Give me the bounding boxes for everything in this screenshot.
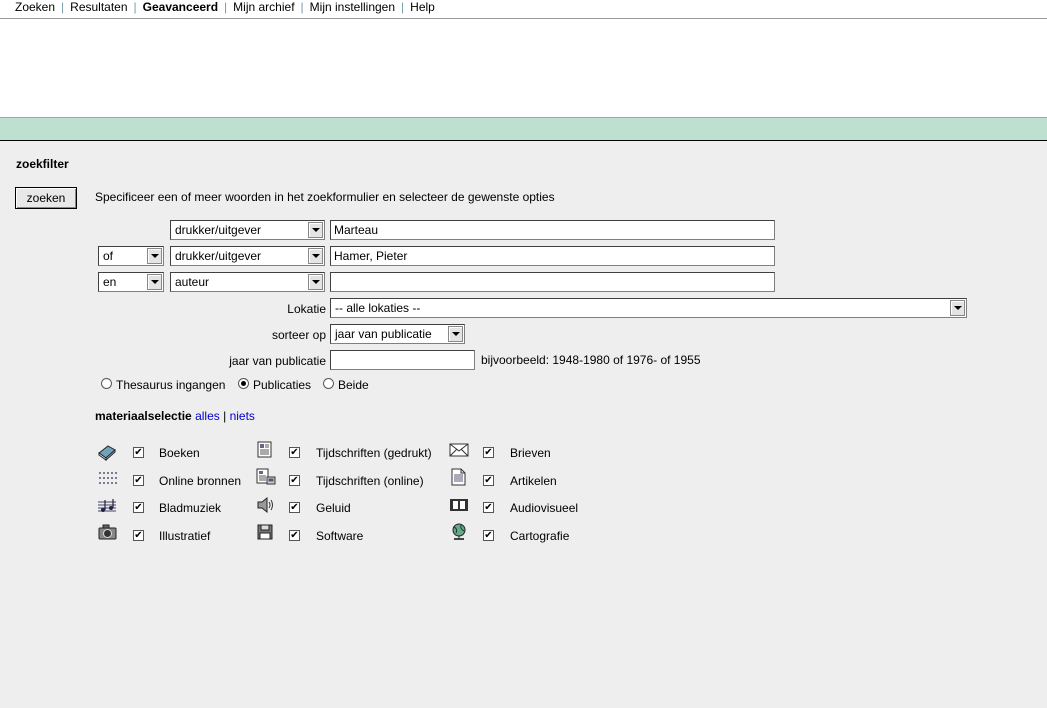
journal-print-icon (257, 441, 272, 458)
dropdown-arrow-icon (448, 326, 463, 342)
material-label-illustratief: Illustratief (159, 529, 211, 543)
material-label-online-bronnen: Online bronnen (159, 474, 242, 488)
field-select-1-value: drukker/uitgever (175, 223, 262, 237)
article-icon (451, 468, 466, 486)
book-icon (98, 445, 116, 461)
globe-icon (452, 523, 466, 540)
radio-thesaurus-label: Thesaurus ingangen (116, 378, 226, 392)
field-select-2[interactable]: drukker/uitgever (170, 246, 325, 266)
checkbox-artikelen[interactable]: ✔ (483, 475, 494, 486)
select-none-link[interactable]: niets (230, 409, 255, 423)
location-select[interactable]: -- alle lokaties -- (330, 298, 967, 318)
material-selection-header: materiaalselectie alles | niets (95, 409, 255, 423)
operator-select-3[interactable]: en (98, 272, 164, 292)
field-select-3-value: auteur (175, 275, 210, 289)
material-label-geluid: Geluid (316, 501, 351, 515)
top-navigation: Zoeken | Resultaten | Geavanceerd | Mijn archi… (0, 0, 1047, 19)
nav-geavanceerd[interactable]: Geavanceerd (143, 0, 218, 14)
header-bar (0, 117, 1047, 141)
film-icon (450, 499, 468, 511)
header-banner (0, 19, 1047, 118)
checkbox-cartografie[interactable]: ✔ (483, 530, 494, 541)
filter-heading: zoekfilter (16, 157, 69, 171)
operator-select-2-value: of (103, 249, 114, 263)
dropdown-arrow-icon (308, 248, 323, 264)
checkbox-bladmuziek[interactable]: ✔ (133, 502, 144, 513)
nav-separator: | (224, 0, 228, 14)
search-instruction: Specificeer een of meer woorden in het z… (95, 190, 555, 204)
nav-zoeken[interactable]: Zoeken (15, 0, 55, 14)
nav-resultaten[interactable]: Resultaten (70, 0, 127, 14)
nav-separator: | (133, 0, 137, 14)
checkbox-online-bronnen[interactable]: ✔ (133, 475, 144, 486)
material-label-boeken: Boeken (159, 446, 200, 460)
material-label-artikelen: Artikelen (510, 474, 557, 488)
material-selection-heading: materiaalselectie (95, 409, 192, 423)
radio-publicaties-label: Publicaties (253, 378, 312, 392)
journal-online-icon (256, 468, 276, 485)
sort-select[interactable]: jaar van publicatie (330, 324, 465, 344)
select-all-link[interactable]: alles (195, 409, 220, 423)
letter-icon (449, 443, 469, 457)
sort-label: sorteer op (271, 328, 326, 342)
nav-separator: | (401, 0, 405, 14)
material-label-audiovisueel: Audiovisueel (510, 501, 579, 515)
operator-select-3-value: en (103, 275, 117, 289)
floppy-disk-icon (257, 524, 273, 540)
material-label-tijdschriften-gedrukt: Tijdschriften (gedrukt) (316, 446, 432, 460)
search-term-input-1[interactable]: Marteau (330, 220, 775, 240)
nav-mijn-archief[interactable]: Mijn archief (233, 0, 294, 14)
search-term-input-3[interactable] (330, 272, 775, 292)
nav-mijn-instellingen[interactable]: Mijn instellingen (310, 0, 395, 14)
material-label-brieven: Brieven (510, 446, 551, 460)
radio-beide[interactable] (323, 378, 334, 389)
link-separator: | (223, 409, 227, 423)
sheet-music-icon (98, 499, 116, 512)
year-input[interactable] (330, 350, 475, 370)
search-button[interactable]: zoeken (15, 187, 77, 209)
year-hint: bijvoorbeeld: 1948-1980 of 1976- of 1955 (481, 353, 701, 367)
search-term-input-2[interactable]: Hamer, Pieter (330, 246, 775, 266)
camera-icon (98, 524, 117, 540)
dropdown-arrow-icon (308, 274, 323, 290)
location-select-value: -- alle lokaties -- (335, 301, 421, 315)
checkbox-illustratief[interactable]: ✔ (133, 530, 144, 541)
checkbox-geluid[interactable]: ✔ (289, 502, 300, 513)
material-label-tijdschriften-online: Tijdschriften (online) (316, 474, 424, 488)
radio-publicaties[interactable] (238, 378, 249, 389)
checkbox-brieven[interactable]: ✔ (483, 447, 494, 458)
sort-select-value: jaar van publicatie (335, 327, 432, 341)
online-resource-icon (99, 472, 117, 484)
dropdown-arrow-icon (147, 248, 162, 264)
radio-thesaurus[interactable] (101, 378, 112, 389)
material-label-bladmuziek: Bladmuziek (159, 501, 222, 515)
location-label: Lokatie (287, 302, 326, 316)
field-select-3[interactable]: auteur (170, 272, 325, 292)
checkbox-tijdschriften-gedrukt[interactable]: ✔ (289, 447, 300, 458)
dropdown-arrow-icon (308, 222, 323, 238)
checkbox-audiovisueel[interactable]: ✔ (483, 502, 494, 513)
radio-beide-label: Beide (338, 378, 369, 392)
nav-separator: | (300, 0, 304, 14)
nav-help[interactable]: Help (410, 0, 435, 14)
dropdown-arrow-icon (950, 300, 965, 316)
field-select-1[interactable]: drukker/uitgever (170, 220, 325, 240)
material-label-software: Software (316, 529, 364, 543)
year-label: jaar van publicatie (229, 354, 326, 368)
speaker-icon (257, 496, 273, 514)
material-label-cartografie: Cartografie (510, 529, 570, 543)
dropdown-arrow-icon (147, 274, 162, 290)
nav-separator: | (61, 0, 65, 14)
checkbox-software[interactable]: ✔ (289, 530, 300, 541)
checkbox-boeken[interactable]: ✔ (133, 447, 144, 458)
checkbox-tijdschriften-online[interactable]: ✔ (289, 475, 300, 486)
field-select-2-value: drukker/uitgever (175, 249, 262, 263)
operator-select-2[interactable]: of (98, 246, 164, 266)
